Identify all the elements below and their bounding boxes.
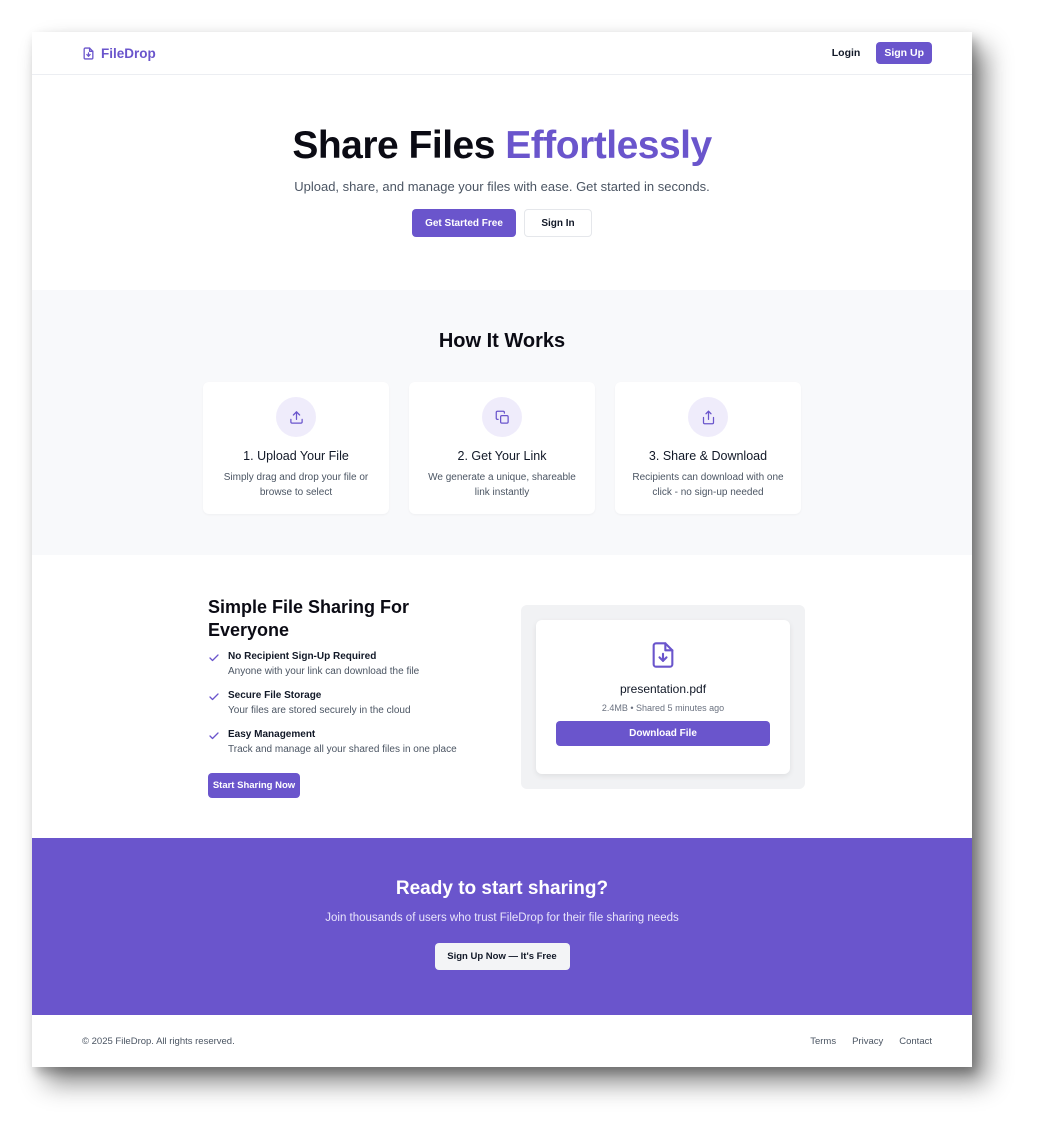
- top-nav: Login Sign Up: [832, 42, 932, 64]
- step-card-upload: 1. Upload Your File Simply drag and drop…: [203, 382, 389, 514]
- file-download-icon: [536, 639, 790, 671]
- hero-subtitle: Upload, share, and manage your files wit…: [294, 179, 710, 194]
- start-sharing-button[interactable]: Start Sharing Now: [208, 773, 300, 798]
- features-content: Simple File Sharing For Everyone No Reci…: [208, 596, 478, 798]
- step-card-share: 3. Share & Download Recipients can downl…: [615, 382, 801, 514]
- cta-section: Ready to start sharing? Join thousands o…: [32, 838, 972, 1015]
- feature-desc: Your files are stored securely in the cl…: [228, 705, 411, 716]
- feature-desc: Track and manage all your shared files i…: [228, 744, 457, 755]
- footer-links: Terms Privacy Contact: [810, 1036, 932, 1047]
- features-title: Simple File Sharing For Everyone: [208, 597, 410, 640]
- hero-section: Share Files Effortlessly Upload, share, …: [32, 75, 972, 290]
- copyright-text: © 2025 FileDrop. All rights reserved.: [82, 1035, 235, 1047]
- copy-icon: [482, 397, 522, 437]
- step-title: 3. Share & Download: [648, 449, 768, 463]
- step-desc: Simply drag and drop your file or browse…: [223, 472, 369, 498]
- step-desc: We generate a unique, shareable link ins…: [428, 472, 576, 498]
- hero-title-main: Share Files: [292, 124, 506, 167]
- login-link[interactable]: Login: [832, 47, 861, 59]
- feature-desc: Anyone with your link can download the f…: [228, 666, 420, 677]
- signup-now-button[interactable]: Sign Up Now — It's Free: [434, 943, 570, 970]
- step-title: 1. Upload Your File: [243, 449, 349, 463]
- hero-actions: Get Started Free Sign In: [32, 209, 972, 237]
- how-it-works-section: How It Works 1. Upload Your File Simply …: [32, 290, 972, 555]
- cta-subtitle: Join thousands of users who trust FileDr…: [325, 912, 679, 924]
- features-list: No Recipient Sign-Up Required Anyone wit…: [208, 650, 478, 757]
- step-title: 2. Get Your Link: [457, 449, 547, 463]
- feature-title: No Recipient Sign-Up Required: [228, 651, 377, 662]
- feature-item: No Recipient Sign-Up Required Anyone wit…: [208, 650, 478, 679]
- download-file-button[interactable]: Download File: [556, 721, 770, 746]
- check-icon: [208, 650, 220, 679]
- section-title: How It Works: [438, 330, 566, 352]
- footer-link-contact[interactable]: Contact: [899, 1036, 932, 1047]
- hero-title: Share Files Effortlessly: [32, 124, 972, 168]
- site-header: FileDrop Login Sign Up: [32, 32, 972, 75]
- get-started-button[interactable]: Get Started Free: [412, 209, 516, 237]
- step-card-link: 2. Get Your Link We generate a unique, s…: [409, 382, 595, 514]
- brand-logo[interactable]: FileDrop: [82, 46, 156, 61]
- hero-title-accent: Effortlessly: [505, 124, 712, 167]
- check-icon: [208, 728, 220, 757]
- step-desc: Recipients can download with one click -…: [632, 472, 784, 498]
- brand-name: FileDrop: [101, 45, 156, 61]
- page: FileDrop Login Sign Up Share Files Effor…: [32, 32, 972, 1067]
- upload-icon: [276, 397, 316, 437]
- features-section: Simple File Sharing For Everyone No Reci…: [32, 555, 972, 838]
- feature-title: Easy Management: [228, 729, 316, 740]
- cta-title: Ready to start sharing?: [395, 878, 609, 899]
- file-preview-card: presentation.pdf 2.4MB • Shared 5 minute…: [536, 620, 790, 774]
- check-icon: [208, 689, 220, 718]
- file-preview-panel: presentation.pdf 2.4MB • Shared 5 minute…: [521, 605, 805, 789]
- feature-item: Easy Management Track and manage all you…: [208, 728, 478, 757]
- feature-title: Secure File Storage: [228, 690, 322, 701]
- site-footer: © 2025 FileDrop. All rights reserved. Te…: [32, 1015, 972, 1067]
- file-meta: 2.4MB • Shared 5 minutes ago: [601, 703, 725, 713]
- sign-in-button[interactable]: Sign In: [524, 209, 592, 237]
- footer-link-privacy[interactable]: Privacy: [852, 1036, 883, 1047]
- share-icon: [688, 397, 728, 437]
- file-icon: [82, 46, 95, 61]
- steps-list: 1. Upload Your File Simply drag and drop…: [32, 382, 972, 514]
- footer-link-terms[interactable]: Terms: [810, 1036, 836, 1047]
- signup-button[interactable]: Sign Up: [876, 42, 932, 64]
- feature-item: Secure File Storage Your files are store…: [208, 689, 478, 718]
- file-name: presentation.pdf: [619, 682, 707, 696]
